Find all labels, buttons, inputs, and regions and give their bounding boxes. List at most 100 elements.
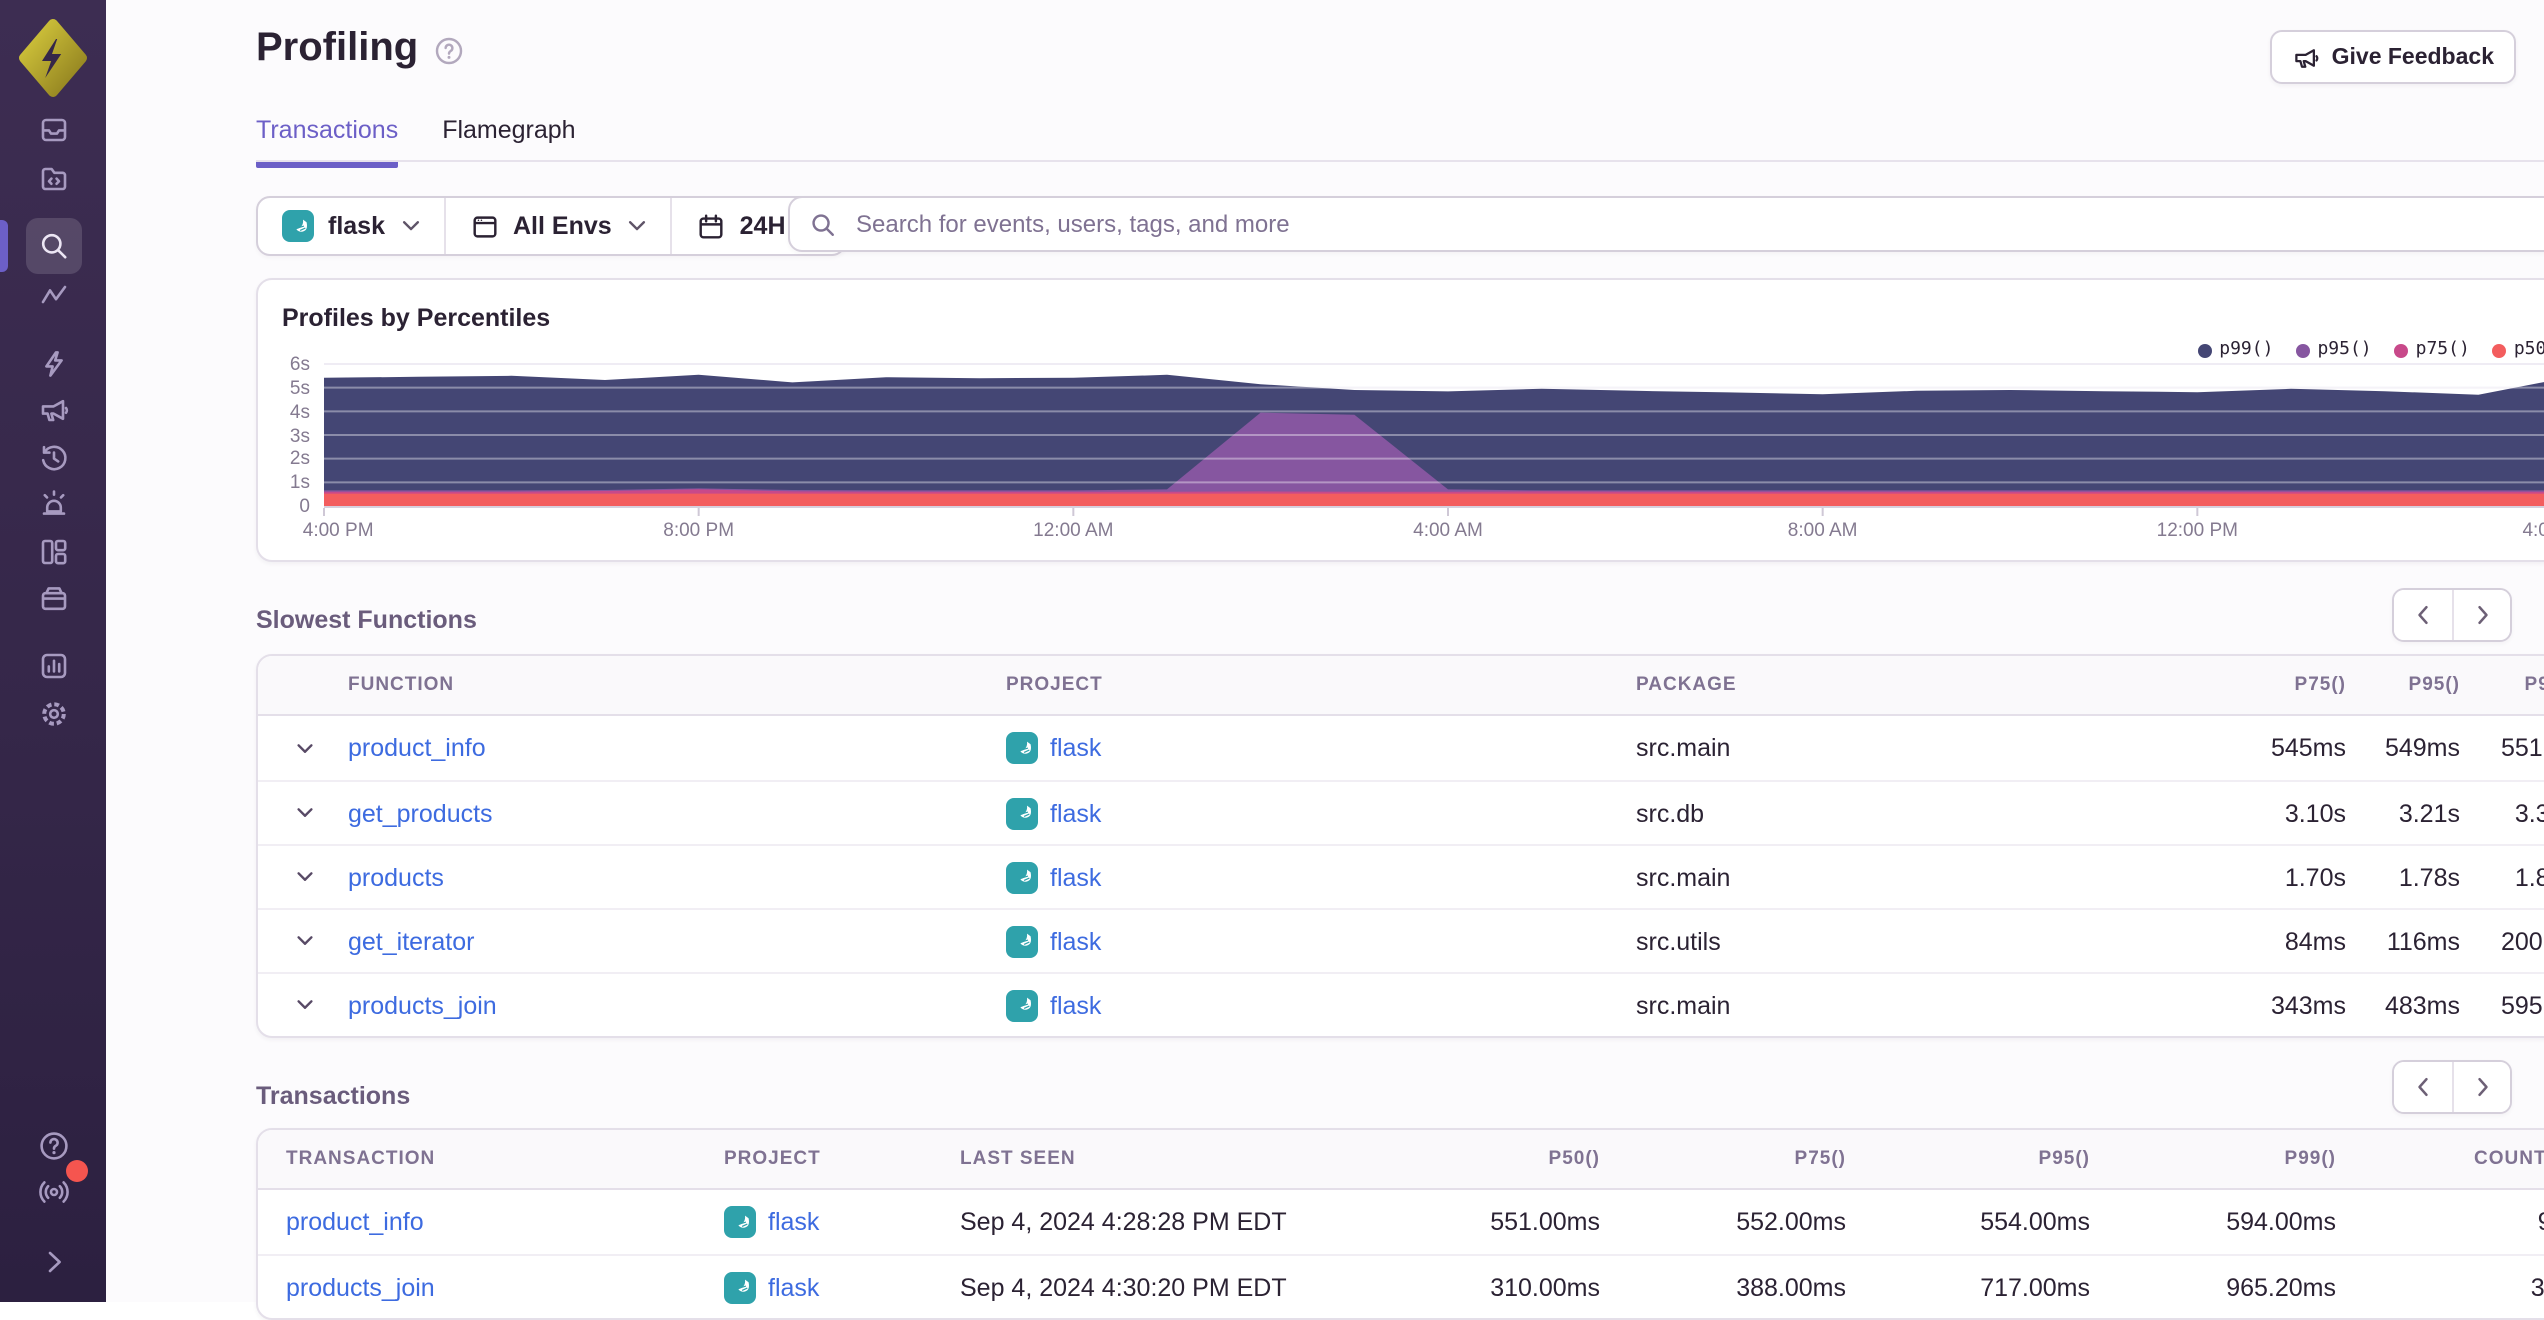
y-axis-label: 1s	[289, 472, 310, 495]
megaphone-icon	[2292, 43, 2320, 71]
function-link[interactable]: get_products	[348, 799, 493, 827]
transaction-cell: product_info	[258, 1208, 724, 1236]
function-cell: product_info	[348, 734, 1006, 762]
project-link[interactable]: flask	[1050, 734, 1101, 762]
column-header-p50: P50()	[1548, 1148, 1600, 1170]
project-link[interactable]: flask	[1050, 991, 1101, 1019]
row-expander-chevron-icon[interactable]	[294, 866, 316, 888]
window-icon	[469, 211, 499, 241]
row-expander-chevron-icon[interactable]	[294, 994, 316, 1016]
chart-canvas	[323, 363, 2544, 516]
package-cell: src.main	[1636, 863, 1731, 891]
environment-filter[interactable]: All Envs	[443, 198, 670, 254]
function-link[interactable]: products	[348, 863, 444, 891]
project-link[interactable]: flask	[768, 1273, 819, 1301]
column-header-function: FUNCTION	[348, 674, 455, 696]
p75-value: 1.70s	[2284, 863, 2346, 891]
column-header-count[interactable]: COUNT() ↓	[2336, 1148, 2544, 1170]
project-link[interactable]: flask	[1050, 927, 1101, 955]
x-axis-label: 4:00 PM	[2522, 520, 2544, 542]
x-axis-label: 4:00 PM	[302, 520, 374, 542]
table-row: products_join flask Sep 4, 2024 4:30:20 PM…	[258, 1254, 2544, 1318]
flask-project-icon	[282, 210, 314, 242]
calendar-icon	[696, 211, 726, 241]
give-feedback-button[interactable]: Give Feedback	[2269, 30, 2516, 84]
project-cell: flask	[724, 1271, 960, 1303]
slowest-functions-pagination	[2392, 588, 2512, 642]
area-series-p50	[324, 493, 2544, 506]
transactions-header-row: TRANSACTION PROJECT LAST SEEN P50() P75(…	[258, 1130, 2544, 1190]
p95-value: 3.21s	[2398, 799, 2460, 827]
expander-cell	[258, 994, 348, 1016]
y-axis-label: 6s	[289, 354, 310, 376]
profiles-by-percentiles-panel: Profiles by Percentiles p99() p95() p75() p…	[256, 278, 2544, 562]
p99-value: 1.80s	[2514, 863, 2544, 891]
environment-filter-label: All Envs	[513, 212, 612, 240]
column-header-transaction: TRANSACTION	[286, 1148, 436, 1170]
y-axis-label: 2s	[289, 448, 310, 471]
row-expander-chevron-icon[interactable]	[294, 802, 316, 824]
next-page-button[interactable]	[2452, 1062, 2510, 1112]
p75-value: 545ms	[2270, 734, 2346, 762]
row-expander-chevron-icon[interactable]	[294, 930, 316, 952]
traces-zigzag-icon[interactable]	[26, 268, 82, 324]
previous-page-button[interactable]	[2394, 590, 2452, 640]
code-folder-icon[interactable]	[26, 150, 82, 206]
y-axis-label: 4s	[289, 401, 310, 424]
column-header-last-seen: LAST SEEN	[960, 1148, 1076, 1170]
x-axis-label: 4:00 AM	[1413, 520, 1483, 542]
project-filter[interactable]: flask	[258, 198, 443, 254]
next-page-button[interactable]	[2452, 590, 2510, 640]
percentiles-area-chart[interactable]: 0 1s 2s 3s 4s 5s 6s 4:00 PM 8:00 PM 12:00 AM 4:00 …	[258, 280, 2544, 560]
chevron-down-icon	[628, 220, 646, 232]
search-icon	[810, 211, 836, 237]
p75-value: 388.00ms	[1736, 1273, 1846, 1301]
x-axis-label: 8:00 PM	[663, 520, 735, 542]
chevron-right-icon[interactable]	[26, 1234, 82, 1290]
flask-project-icon	[1006, 925, 1038, 957]
last-seen-cell: Sep 4, 2024 4:30:20 PM EDT	[960, 1273, 1287, 1301]
transactions-heading: Transactions	[256, 1082, 411, 1110]
chevron-down-icon	[401, 220, 419, 232]
archive-box-icon[interactable]	[26, 570, 82, 626]
package-cell: src.db	[1636, 799, 1705, 827]
project-link[interactable]: flask	[1050, 863, 1101, 891]
project-filter-label: flask	[328, 212, 385, 240]
expander-cell	[258, 737, 348, 759]
notification-badge	[66, 1160, 88, 1182]
p50-value: 310.00ms	[1490, 1273, 1600, 1301]
broadcast-icon[interactable]	[26, 1160, 88, 1220]
p50-value: 551.00ms	[1490, 1208, 1600, 1236]
package-cell: src.utils	[1636, 927, 1721, 955]
search-input[interactable]	[852, 208, 2544, 240]
x-axis-label: 12:00 PM	[2156, 520, 2238, 542]
p75-value: 343ms	[2270, 991, 2346, 1019]
sidebar	[0, 0, 106, 1302]
function-link[interactable]: get_iterator	[348, 927, 474, 955]
function-cell: products	[348, 863, 1006, 891]
help-icon[interactable]	[434, 36, 464, 66]
slowest-functions-heading: Slowest Functions	[256, 606, 477, 634]
column-header-p99: P99()	[2284, 1148, 2336, 1170]
p99-value: 594.00ms	[2226, 1208, 2336, 1236]
column-header-p95: P95()	[2408, 674, 2460, 696]
p95-value: 1.78s	[2398, 863, 2460, 891]
column-header-p95: P95()	[2038, 1148, 2090, 1170]
row-expander-chevron-icon[interactable]	[294, 737, 316, 759]
project-link[interactable]: flask	[768, 1208, 819, 1236]
project-link[interactable]: flask	[1050, 799, 1101, 827]
function-link[interactable]: product_info	[348, 734, 486, 762]
count-value: 93k	[2336, 1208, 2544, 1236]
expander-cell	[258, 802, 348, 824]
previous-page-button[interactable]	[2394, 1062, 2452, 1112]
project-cell: flask	[1006, 989, 1636, 1021]
sentry-logo[interactable]	[16, 16, 90, 100]
table-row: products flask src.main 1.70s 1.78s 1.80s	[258, 844, 2544, 908]
gear-icon[interactable]	[26, 686, 82, 742]
p99-value: 551ms	[2500, 734, 2544, 762]
function-link[interactable]: products_join	[348, 991, 497, 1019]
transaction-link[interactable]: product_info	[286, 1208, 424, 1236]
transaction-link[interactable]: products_join	[286, 1273, 435, 1301]
slowest-functions-table: FUNCTION PROJECT PACKAGE P75() P95() P99…	[256, 654, 2544, 1038]
search-icon[interactable]	[26, 218, 82, 274]
